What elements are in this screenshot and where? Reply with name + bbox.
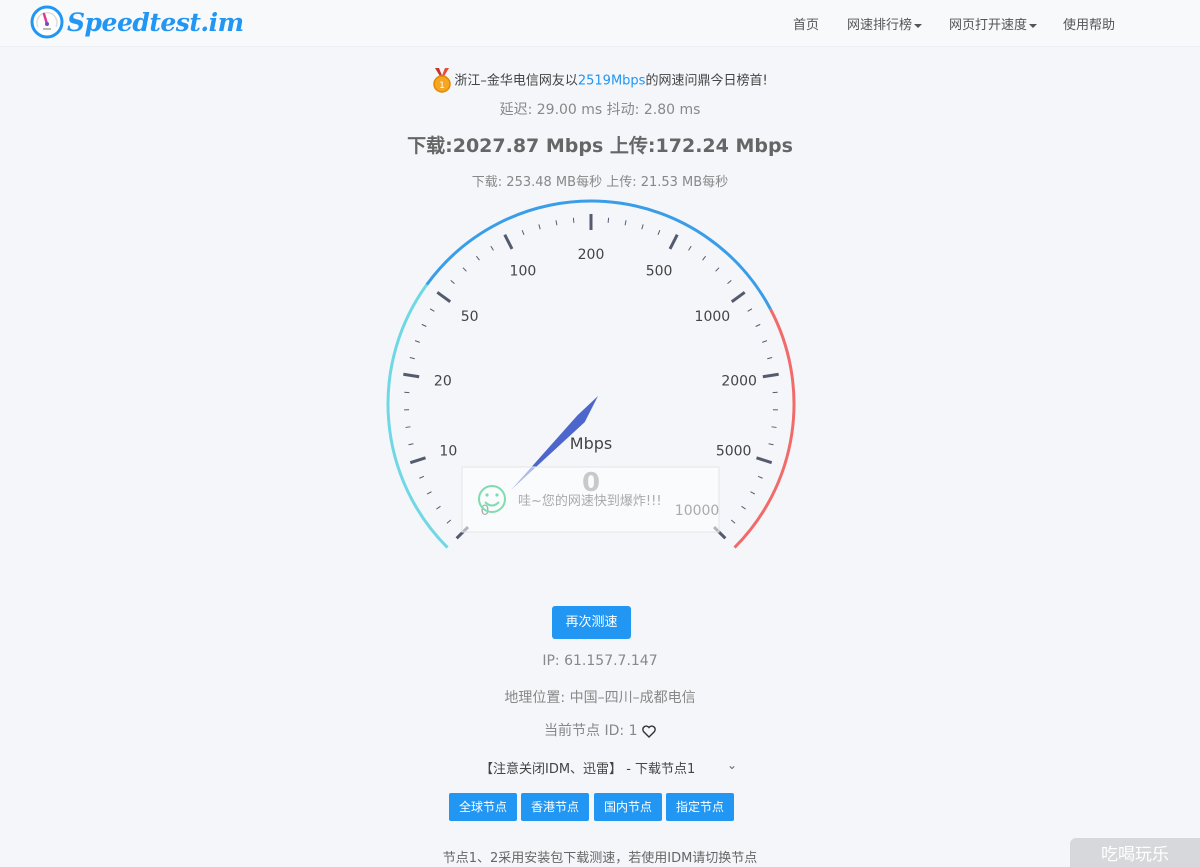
ip-line: IP: 61.157.7.147 — [0, 653, 1200, 669]
gauge-minor-tick — [730, 519, 736, 524]
hongkong-nodes-button[interactable]: 香港节点 — [521, 793, 589, 821]
result-message: 哇~您的网速快到爆炸!!! — [518, 493, 662, 509]
gauge-minor-tick — [408, 443, 414, 446]
gauge-minor-tick — [426, 491, 432, 495]
gauge-minor-tick — [747, 308, 753, 312]
location-line: 地理位置: 中国–四川–成都电信 — [0, 687, 1200, 707]
gauge-minor-tick — [436, 505, 441, 510]
gauge-minor-tick — [624, 220, 627, 226]
chevron-down-icon: ⌄ — [727, 758, 738, 772]
gauge-minor-tick — [727, 279, 732, 285]
gauge-minor-tick — [409, 357, 415, 360]
gauge-major-tick — [730, 291, 746, 303]
domestic-nodes-button[interactable]: 国内节点 — [594, 793, 662, 821]
footnote: 节点1、2采用安装包下载测速，若使用IDM请切换节点 — [442, 851, 758, 866]
gauge-major-tick — [762, 372, 779, 379]
gauge-label-1000: 1000 — [695, 309, 731, 325]
gauge-minor-tick — [657, 229, 661, 235]
gauge-minor-tick — [450, 279, 455, 285]
location-value: 中国–四川–成都电信 — [569, 690, 696, 706]
gauge-minor-tick — [421, 323, 427, 327]
node-id: 1 — [628, 723, 638, 739]
gauge-minor-tick — [768, 443, 774, 446]
gauge-label-50: 50 — [461, 309, 479, 325]
gauge-label-5000: 5000 — [716, 443, 752, 459]
specified-nodes-button[interactable]: 指定节点 — [666, 793, 734, 821]
node-label: 当前节点 ID: — [544, 723, 625, 739]
gauge-minor-tick — [762, 340, 768, 343]
node-line: 当前节点 ID: 1 — [0, 720, 1200, 740]
gauge-minor-tick — [741, 505, 746, 510]
gauge-minor-tick — [757, 475, 763, 479]
global-nodes-button[interactable]: 全球节点 — [449, 793, 517, 821]
gauge-minor-tick — [715, 267, 720, 272]
ip-label: IP: — [542, 653, 560, 669]
location-label: 地理位置: — [504, 690, 566, 706]
gauge-major-tick — [409, 456, 426, 465]
gauge-minor-tick — [702, 255, 707, 261]
heart-icon[interactable] — [642, 724, 656, 738]
gauge-label-100: 100 — [510, 263, 537, 279]
gauge-major-tick — [403, 372, 420, 379]
gauge-minor-tick — [429, 308, 435, 312]
ip-value: 61.157.7.147 — [564, 653, 658, 669]
gauge-label-500: 500 — [646, 263, 673, 279]
gauge-minor-tick — [419, 475, 425, 479]
gauge-minor-tick — [405, 426, 411, 428]
gauge-minor-tick — [755, 323, 761, 327]
gauge-label-200: 200 — [578, 247, 605, 263]
speed-gauge: 010205010020050010002000500010000 Mbps 0… — [386, 199, 796, 549]
gauge-minor-tick — [538, 224, 541, 230]
gauge-minor-tick — [767, 357, 773, 360]
gauge-minor-tick — [490, 245, 494, 251]
gauge-major-tick — [436, 291, 452, 303]
gauge-major-tick — [668, 234, 679, 250]
node-select[interactable]: 【注意关闭IDM、迅雷】 - 下载节点1 ⌄ — [480, 758, 740, 777]
result-message-box: 哇~您的网速快到爆炸!!! — [461, 466, 720, 533]
gauge-minor-tick — [771, 426, 777, 428]
gauge-minor-tick — [521, 229, 525, 235]
gauge-major-tick — [503, 234, 514, 250]
gauge-minor-tick — [750, 491, 756, 495]
gauge-minor-tick — [641, 224, 644, 230]
gauge-minor-tick — [475, 255, 480, 261]
retest-button[interactable]: 再次测速 — [552, 606, 631, 639]
gauge-minor-tick — [446, 519, 452, 524]
gauge-arc-high — [733, 308, 796, 549]
gauge-label-20: 20 — [434, 374, 452, 390]
watermark: 吃喝玩乐 — [1070, 838, 1200, 867]
gauge-minor-tick — [688, 245, 692, 251]
gauge-minor-tick — [555, 220, 558, 226]
gauge-minor-tick — [414, 340, 420, 343]
gauge-unit: Mbps — [570, 434, 612, 453]
gauge-minor-tick — [462, 267, 467, 272]
gauge-label-2000: 2000 — [721, 374, 757, 390]
gauge-major-tick — [756, 456, 773, 465]
node-select-value: 【注意关闭IDM、迅雷】 - 下载节点1 — [480, 762, 696, 777]
gauge-label-10: 10 — [439, 443, 457, 459]
